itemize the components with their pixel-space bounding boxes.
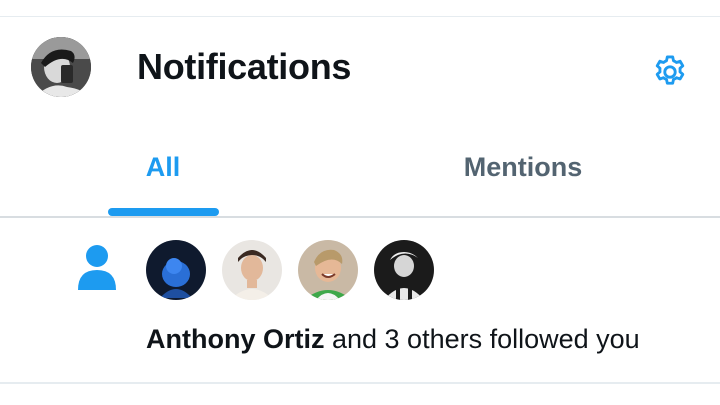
follower-avatar[interactable] bbox=[146, 240, 206, 300]
tab-all[interactable]: All bbox=[0, 117, 326, 217]
page-title: Notifications bbox=[137, 46, 352, 87]
follow-notification[interactable]: Anthony Ortiz and 3 others followed you bbox=[0, 218, 720, 383]
settings-button[interactable] bbox=[648, 50, 692, 94]
notification-text: Anthony Ortiz and 3 others followed you bbox=[146, 324, 640, 355]
header: Notifications bbox=[0, 17, 720, 117]
profile-avatar[interactable] bbox=[31, 37, 91, 97]
active-tab-indicator bbox=[108, 208, 219, 216]
follower-avatar[interactable] bbox=[374, 240, 434, 300]
bottom-divider bbox=[0, 382, 720, 384]
gear-icon bbox=[655, 55, 685, 85]
tab-mentions[interactable]: Mentions bbox=[360, 117, 686, 217]
notification-message: and 3 others followed you bbox=[324, 324, 640, 354]
notification-tabs: All Mentions bbox=[0, 117, 720, 217]
person-icon bbox=[78, 245, 116, 290]
actor-name[interactable]: Anthony Ortiz bbox=[146, 324, 324, 354]
follower-avatar[interactable] bbox=[222, 240, 282, 300]
follower-avatar[interactable] bbox=[298, 240, 358, 300]
